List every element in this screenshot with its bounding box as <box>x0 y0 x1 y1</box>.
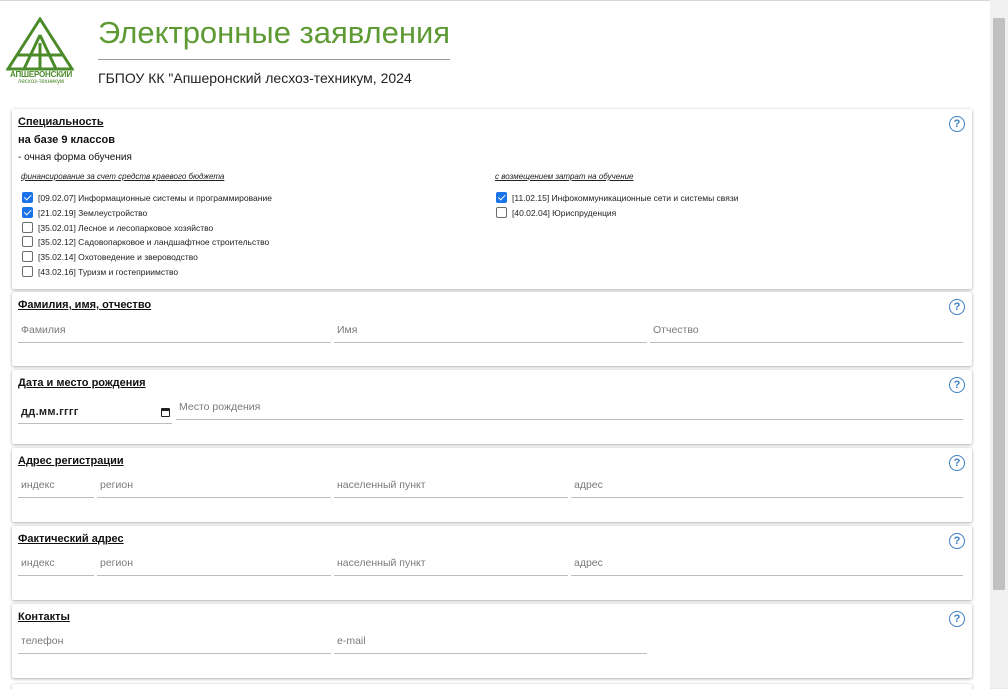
contacts-section: Контакты ? <box>12 604 972 678</box>
specialty-title: Специальность <box>18 116 104 128</box>
checkbox-label: [09.02.07] Информационные системы и прог… <box>38 192 272 203</box>
fact-index-field[interactable] <box>18 553 94 576</box>
help-icon[interactable]: ? <box>949 116 965 132</box>
specialty-checkbox-09-02-07[interactable]: [09.02.07] Информационные системы и прог… <box>22 191 272 204</box>
specialty-checkbox-11-02-15[interactable]: [11.02.15] Инфокоммуникационные сети и с… <box>496 191 738 204</box>
logo-subtext: лесхоз-техникум <box>17 79 65 85</box>
reg-region-input[interactable] <box>97 477 331 493</box>
surname-field[interactable] <box>18 320 331 343</box>
contacts-title: Контакты <box>18 611 70 623</box>
page-subtitle: ГБПОУ КК "Апшеронский лесхоз-техникум, 2… <box>98 70 412 86</box>
fio-section: Фамилия, имя, отчество ? <box>12 292 972 366</box>
help-icon[interactable]: ? <box>949 455 965 471</box>
specialty-checkbox-35-02-14[interactable]: [35.02.14] Охотоведение и звероводство <box>22 250 198 263</box>
name-field[interactable] <box>334 320 647 343</box>
surname-input[interactable] <box>18 322 331 338</box>
specialty-section: Специальность ? на базе 9 классов - очна… <box>12 109 972 289</box>
email-field[interactable] <box>334 631 647 654</box>
logo-text: АПШЕРОНСКИЙ <box>10 70 72 79</box>
help-icon[interactable]: ? <box>949 299 965 315</box>
budget-group-title: финансирование за счет средств краевого … <box>21 172 225 181</box>
checkbox-label: [35.02.01] Лесное и лесопарковое хозяйст… <box>38 222 214 233</box>
patronymic-input[interactable] <box>650 322 963 338</box>
checkbox[interactable] <box>22 222 33 233</box>
specialty-checkbox-35-02-01[interactable]: [35.02.01] Лесное и лесопарковое хозяйст… <box>22 221 213 234</box>
checkbox[interactable] <box>496 207 507 218</box>
vertical-scrollbar[interactable] <box>990 0 1008 688</box>
paid-group-title: с возмещением затрат на обучение <box>495 172 634 181</box>
calendar-icon[interactable] <box>161 407 170 417</box>
birth-date-input[interactable]: дд.мм.гггг <box>18 406 161 418</box>
phone-field[interactable] <box>18 631 331 654</box>
help-icon[interactable]: ? <box>949 611 965 627</box>
checkbox-label: [21.02.19] Землеустройство <box>38 207 148 218</box>
checkbox[interactable] <box>22 207 33 218</box>
phone-input[interactable] <box>18 633 331 649</box>
birth-date-field[interactable]: дд.мм.гггг <box>18 401 172 424</box>
checkbox[interactable] <box>22 236 33 247</box>
actual-address-title: Фактический адрес <box>18 533 124 545</box>
fio-title: Фамилия, имя, отчество <box>18 299 152 311</box>
specialty-checkbox-35-02-12[interactable]: [35.02.12] Садовопарковое и ландшафтное … <box>22 235 269 248</box>
fact-locality-input[interactable] <box>334 555 568 571</box>
checkbox-label: [40.02.04] Юриспруденция <box>512 207 617 218</box>
specialty-checkbox-21-02-19[interactable]: [21.02.19] Землеустройство <box>22 206 147 219</box>
fact-address-input[interactable] <box>571 555 963 571</box>
checkbox-label: [11.02.15] Инфокоммуникационные сети и с… <box>512 192 739 203</box>
reg-locality-field[interactable] <box>334 475 568 498</box>
scrollbar-thumb[interactable] <box>993 18 1005 590</box>
page: АПШЕРОНСКИЙ лесхоз-техникум Электронные … <box>0 0 990 689</box>
birth-title: Дата и место рождения <box>18 377 146 389</box>
triangle-logo-icon <box>6 17 74 71</box>
birth-place-field[interactable] <box>176 397 963 420</box>
next-section <box>12 684 972 689</box>
checkbox[interactable] <box>22 192 33 203</box>
specialty-form: - очная форма обучения <box>18 152 132 163</box>
fact-region-input[interactable] <box>97 555 331 571</box>
birth-place-input[interactable] <box>176 399 963 415</box>
reg-index-input[interactable] <box>18 477 94 493</box>
patronymic-field[interactable] <box>650 320 963 343</box>
reg-address-input[interactable] <box>571 477 963 493</box>
title-divider <box>98 59 450 60</box>
checkbox[interactable] <box>22 251 33 262</box>
fact-address-field[interactable] <box>571 553 963 576</box>
checkbox-label: [43.02.16] Туризм и гостеприимство <box>38 266 179 277</box>
checkbox-label: [35.02.14] Охотоведение и звероводство <box>38 251 198 262</box>
help-icon[interactable]: ? <box>949 533 965 549</box>
reg-address-field[interactable] <box>571 475 963 498</box>
specialty-checkbox-40-02-04[interactable]: [40.02.04] Юриспруденция <box>496 206 616 219</box>
specialty-checkbox-43-02-16[interactable]: [43.02.16] Туризм и гостеприимство <box>22 265 178 278</box>
birth-section: Дата и место рождения ? дд.мм.гггг <box>12 370 972 444</box>
reg-region-field[interactable] <box>97 475 331 498</box>
actual-address-section: Фактический адрес ? <box>12 526 972 600</box>
registration-address-section: Адрес регистрации ? <box>12 448 972 522</box>
checkbox[interactable] <box>496 192 507 203</box>
reg-locality-input[interactable] <box>334 477 568 493</box>
fact-region-field[interactable] <box>97 553 331 576</box>
college-logo: АПШЕРОНСКИЙ лесхоз-техникум <box>6 17 74 87</box>
page-title: Электронные заявления <box>98 15 451 50</box>
checkbox[interactable] <box>22 266 33 277</box>
reg-index-field[interactable] <box>18 475 94 498</box>
fact-index-input[interactable] <box>18 555 94 571</box>
email-input[interactable] <box>334 633 647 649</box>
help-icon[interactable]: ? <box>949 377 965 393</box>
specialty-base: на базе 9 классов <box>18 134 115 146</box>
checkbox-label: [35.02.12] Садовопарковое и ландшафтное … <box>38 236 270 247</box>
fact-locality-field[interactable] <box>334 553 568 576</box>
name-input[interactable] <box>334 322 647 338</box>
registration-address-title: Адрес регистрации <box>18 455 124 467</box>
